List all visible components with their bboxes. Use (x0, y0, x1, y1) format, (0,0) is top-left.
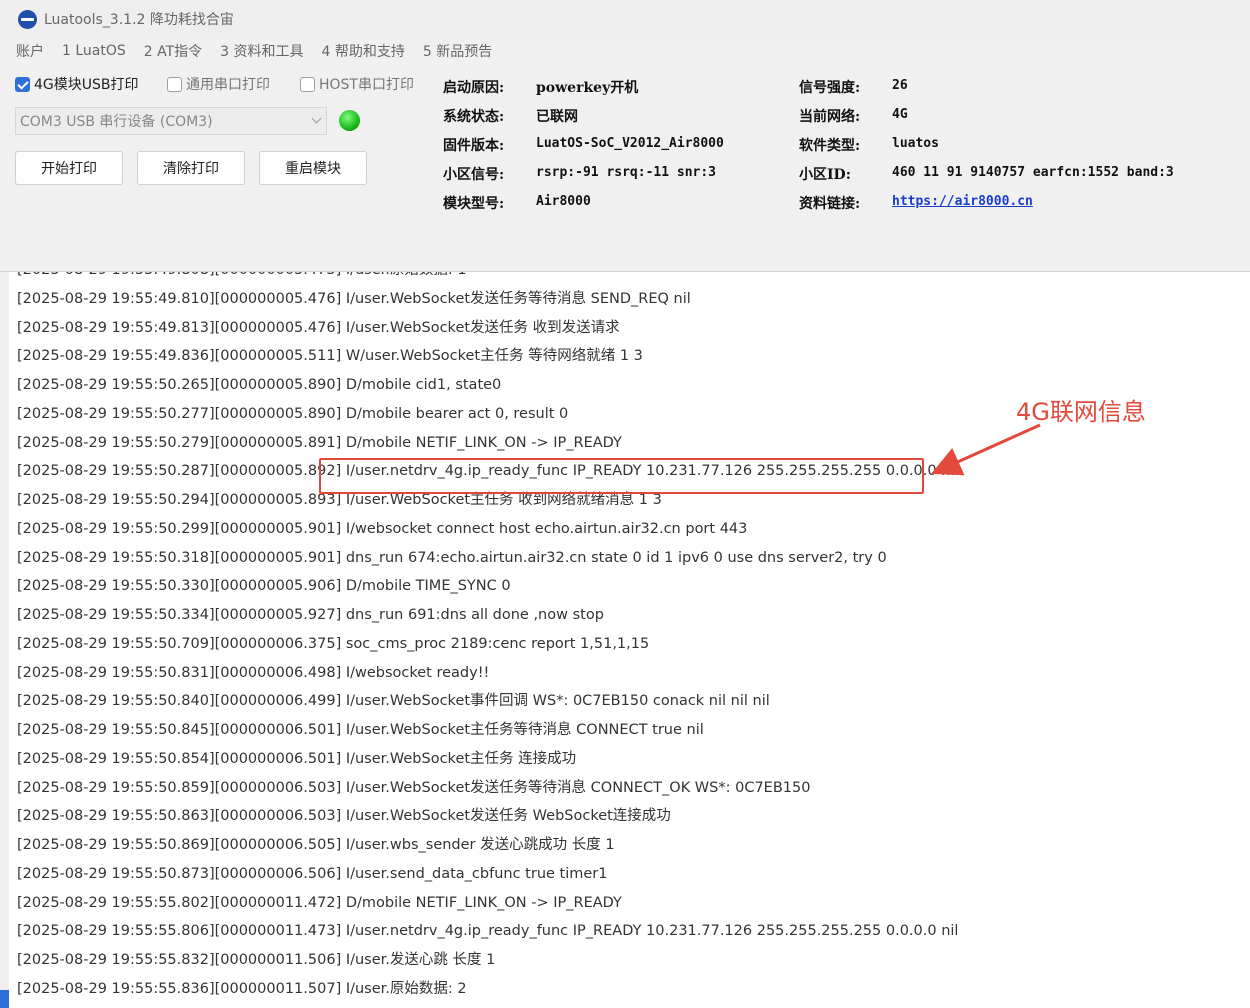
log-scroll-indicator[interactable] (0, 990, 9, 1008)
highlight-box (319, 458, 924, 494)
title-bar: Luatools_3.1.2 降功耗找合宙 (0, 0, 1250, 38)
software-type-value: luatos (892, 136, 939, 151)
cell-id-value: 460 11 91 9140757 earfcn:1552 band:3 (892, 165, 1174, 180)
log-line: [2025-08-29 19:55:50.277][000000005.890]… (17, 405, 569, 422)
docs-link-label: 资料链接: (799, 196, 861, 212)
connection-status-led-icon (339, 110, 360, 131)
host-print-label: HOST串口打印 (319, 77, 414, 93)
cell-signal-label: 小区信号: (443, 167, 505, 183)
log-line: [2025-08-29 19:55:50.845][000000006.501]… (17, 722, 704, 738)
checkbox-unchecked-icon (167, 76, 182, 92)
log-line: [2025-08-29 19:55:50.859][000000006.503]… (17, 779, 811, 796)
log-line: [2025-08-29 19:55:49.813][000000005.476]… (17, 319, 620, 336)
log-line: [2025-08-29 19:55:50.869][000000006.505]… (17, 837, 615, 853)
boot-reason-label: 启动原因: (443, 80, 505, 96)
start-print-button[interactable]: 开始打印 (15, 151, 123, 185)
log-line: [2025-08-29 19:55:50.265][000000005.890]… (17, 377, 502, 393)
log-line: [2025-08-29 19:55:50.873][000000006.506]… (17, 865, 608, 882)
cell-id-label: 小区ID: (799, 167, 851, 183)
sys-status-value: 已联网 (536, 109, 578, 125)
signal-strength-label: 信号强度: (799, 80, 861, 96)
module-model-label: 模块型号: (443, 196, 505, 212)
log-line: [2025-08-29 19:55:55.832][000000011.506]… (17, 952, 496, 968)
menu-luatos[interactable]: 1 LuatOS (62, 43, 126, 59)
cell-signal-value: rsrp:-91 rsrq:-11 snr:3 (536, 165, 717, 180)
log-line: [2025-08-29 19:55:50.299][000000005.901]… (17, 520, 748, 537)
log-line: [2025-08-29 19:55:55.836][000000011.507]… (17, 980, 467, 997)
restart-module-button[interactable]: 重启模块 (259, 151, 367, 185)
log-line: [2025-08-29 19:55:50.330][000000005.906]… (17, 578, 511, 595)
log-line: [2025-08-29 19:55:55.806][000000011.473]… (17, 923, 959, 940)
menu-resources-tools[interactable]: 3 资料和工具 (220, 41, 303, 61)
annotation-label: 4G联网信息 (1016, 398, 1146, 426)
firmware-label: 固件版本: (443, 138, 505, 154)
chevron-down-icon (311, 113, 322, 124)
menu-account[interactable]: 账户 (16, 41, 44, 61)
checkbox-checked-icon (15, 76, 30, 92)
log-line: [2025-08-29 19:55:50.334][000000005.927]… (17, 607, 604, 623)
log-line: [2025-08-29 19:55:49.836][000000005.511]… (17, 348, 643, 365)
sys-status-label: 系统状态: (443, 109, 505, 125)
log-line: [2025-08-29 19:55:50.831][000000006.498]… (17, 664, 490, 681)
log-line: [2025-08-29 19:55:55.802][000000011.472]… (17, 894, 622, 911)
menu-bar: 账户 1 LuatOS 2 AT指令 3 资料和工具 4 帮助和支持 5 新品预… (0, 38, 1250, 64)
checkbox-unchecked-icon (300, 76, 315, 92)
current-network-label: 当前网络: (799, 109, 861, 125)
serial-print-checkbox[interactable]: 通用串口打印 (167, 74, 270, 94)
firmware-value: LuatOS-SoC_V2012_Air8000 (536, 136, 724, 151)
log-line: [2025-08-29 19:55:49.810][000000005.476]… (17, 290, 691, 307)
log-line: [2025-08-29 19:55:49.808][000000005.475]… (17, 272, 467, 280)
serial-print-label: 通用串口打印 (186, 77, 270, 93)
menu-at-commands[interactable]: 2 AT指令 (144, 41, 202, 61)
software-type-label: 软件类型: (799, 138, 861, 154)
log-line: [2025-08-29 19:55:50.279][000000005.891]… (17, 434, 622, 451)
annotation-arrow-icon (931, 423, 1041, 476)
log-line: [2025-08-29 19:55:50.863][000000006.503]… (17, 808, 671, 825)
port-select[interactable]: COM3 USB 串行设备 (COM3) (15, 107, 327, 135)
control-panel: 4G模块USB打印 通用串口打印 HOST串口打印 COM3 USB 串行设备 … (0, 64, 1250, 272)
window-title: Luatools_3.1.2 降功耗找合宙 (44, 12, 234, 28)
log-line: [2025-08-29 19:55:50.709][000000006.375]… (17, 635, 650, 652)
menu-new-products[interactable]: 5 新品预告 (423, 41, 492, 61)
port-select-value: COM3 USB 串行设备 (COM3) (20, 114, 213, 130)
log-line: [2025-08-29 19:55:50.840][000000006.499]… (17, 693, 770, 710)
menu-help-support[interactable]: 4 帮助和支持 (322, 41, 405, 61)
log-line: [2025-08-29 19:55:50.318][000000005.901]… (17, 549, 887, 566)
host-print-checkbox[interactable]: HOST串口打印 (300, 74, 414, 94)
log-line: [2025-08-29 19:55:50.854][000000006.501]… (17, 750, 577, 767)
usb-print-checkbox[interactable]: 4G模块USB打印 (15, 74, 139, 94)
app-logo-icon (18, 9, 37, 29)
usb-print-label: 4G模块USB打印 (34, 77, 139, 93)
log-output[interactable]: [2025-08-29 19:55:49.808][000000005.475]… (9, 272, 1250, 1008)
module-model-value: Air8000 (536, 194, 591, 209)
current-network-value: 4G (892, 107, 908, 122)
docs-link[interactable]: https://air8000.cn (892, 194, 1033, 209)
clear-print-button[interactable]: 清除打印 (137, 151, 245, 185)
signal-strength-value: 26 (892, 78, 908, 93)
boot-reason-value: powerkey开机 (536, 80, 639, 96)
